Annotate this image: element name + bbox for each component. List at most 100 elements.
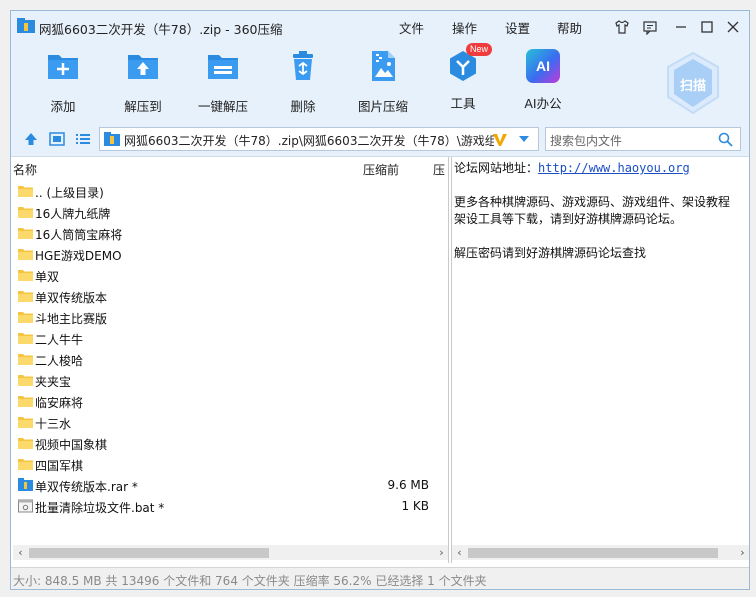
file-name: HGE游戏DEMO xyxy=(35,249,122,263)
add-button[interactable]: 添加 xyxy=(23,49,103,115)
feedback-icon[interactable] xyxy=(640,17,660,37)
app-logo-icon xyxy=(17,18,35,33)
menu-settings[interactable]: 设置 xyxy=(505,18,530,37)
file-row[interactable]: 16人牌九纸牌 xyxy=(13,202,448,223)
file-name: 单双传统版本 xyxy=(35,291,108,305)
delete-icon xyxy=(293,51,313,80)
path-field[interactable]: 网狐6603二次开发（牛78）.zip\网狐6603二次开发（牛78）\游戏组 xyxy=(99,127,539,151)
menu-file[interactable]: 文件 xyxy=(399,18,424,37)
image-compress-button[interactable]: 图片压缩 xyxy=(343,49,423,115)
file-row[interactable]: 批量清除垃圾文件.bat * 1 KB xyxy=(13,496,448,517)
column-extra[interactable]: 压 xyxy=(433,161,445,178)
tools-label: 工具 xyxy=(450,96,476,111)
extract-to-icon xyxy=(128,55,158,79)
new-badge: New xyxy=(466,43,493,56)
folder-icon xyxy=(18,459,33,470)
search-field[interactable]: 搜索包内文件 xyxy=(545,127,741,151)
file-name: 夹夹宝 xyxy=(35,375,72,389)
up-arrow-icon[interactable] xyxy=(23,132,39,146)
one-click-extract-button[interactable]: 一键解压 xyxy=(183,49,263,115)
delete-button[interactable]: 删除 xyxy=(263,49,343,115)
menu-operation[interactable]: 操作 xyxy=(452,18,477,37)
search-placeholder: 搜索包内文件 xyxy=(550,134,623,148)
file-name: 单双传统版本.rar * xyxy=(35,480,138,494)
scroll-right-icon[interactable]: › xyxy=(434,545,448,560)
column-compressed[interactable]: 压缩前 xyxy=(363,161,399,178)
preview-scroll-left-icon[interactable]: ‹ xyxy=(452,545,467,560)
file-name: 16人牌九纸牌 xyxy=(35,207,111,221)
column-name[interactable]: 名称 xyxy=(13,161,37,178)
folder-icon xyxy=(18,354,33,365)
file-name: 批量清除垃圾文件.bat * xyxy=(35,501,165,515)
file-name: 二人牛牛 xyxy=(35,333,84,347)
file-row[interactable]: HGE游戏DEMO xyxy=(13,244,448,265)
chevron-down-icon[interactable] xyxy=(518,135,530,143)
status-text: 大小: 848.5 MB 共 13496 个文件和 764 个文件夹 压缩率 5… xyxy=(13,574,487,588)
folder-icon xyxy=(18,312,33,323)
path-text: 网狐6603二次开发（牛78）.zip\网狐6603二次开发（牛78）\游戏组 xyxy=(124,134,494,148)
close-icon[interactable] xyxy=(723,17,743,37)
file-row[interactable]: 十三水 xyxy=(13,412,448,433)
scan-label: 扫描 xyxy=(679,79,706,94)
search-icon[interactable] xyxy=(718,132,733,147)
file-row[interactable]: 临安麻将 xyxy=(13,391,448,412)
horizontal-scrollbar[interactable]: ‹ › xyxy=(13,545,448,560)
image-compress-label: 图片压缩 xyxy=(357,99,408,114)
ai-office-button[interactable]: AI AI办公 xyxy=(503,49,583,112)
delete-label: 删除 xyxy=(290,99,316,114)
file-row[interactable]: 四国军棋 xyxy=(13,454,448,475)
file-row[interactable]: 夹夹宝 xyxy=(13,370,448,391)
file-row[interactable]: 二人牛牛 xyxy=(13,328,448,349)
thumbnail-view-icon[interactable] xyxy=(49,132,65,146)
ai-office-icon: AI xyxy=(526,49,560,83)
file-size: 1 KB xyxy=(401,499,429,513)
file-row[interactable]: 视频中国象棋 xyxy=(13,433,448,454)
minimize-icon[interactable] xyxy=(671,17,691,37)
preview-scroll-thumb[interactable] xyxy=(468,548,718,558)
folder-icon xyxy=(18,375,33,386)
folder-icon xyxy=(18,438,33,449)
file-row[interactable]: .. (上级目录) xyxy=(13,181,448,202)
tools-button[interactable]: New 工具 xyxy=(423,43,503,112)
window-title: 网狐6603二次开发（牛78）.zip - 360压缩 xyxy=(39,22,283,37)
scan-button[interactable]: 扫描 xyxy=(664,51,722,115)
folder-icon xyxy=(18,207,33,218)
list-view-icon[interactable] xyxy=(75,132,91,146)
file-row[interactable]: 单双传统版本.rar * 9.6 MB xyxy=(13,475,448,496)
preview-line-1-prefix: 论坛网站地址： xyxy=(454,161,539,175)
status-bar: 大小: 848.5 MB 共 13496 个文件和 764 个文件夹 压缩率 5… xyxy=(11,567,749,589)
preview-horizontal-scrollbar[interactable]: ‹ › xyxy=(452,545,749,560)
scroll-thumb[interactable] xyxy=(29,548,269,558)
maximize-icon[interactable] xyxy=(697,17,717,37)
skin-icon[interactable] xyxy=(612,17,632,37)
file-row[interactable]: 单双 xyxy=(13,265,448,286)
ai-icon-text: AI xyxy=(536,58,550,74)
file-name: 二人梭哈 xyxy=(35,354,84,368)
extract-to-button[interactable]: 解压到 xyxy=(103,49,183,115)
file-row[interactable]: 二人梭哈 xyxy=(13,349,448,370)
file-name: 单双 xyxy=(35,270,60,284)
add-icon xyxy=(48,55,78,79)
scroll-left-icon[interactable]: ‹ xyxy=(13,545,28,560)
one-click-extract-label: 一键解压 xyxy=(197,99,248,114)
app-window: 网狐6603二次开发（牛78）.zip - 360压缩 文件 操作 设置 帮助 xyxy=(10,10,750,590)
folder-icon xyxy=(18,396,33,407)
preview-line-1: 论坛网站地址：http://www.haoyou.org xyxy=(454,159,690,176)
file-name: 四国军棋 xyxy=(35,459,84,473)
preview-scroll-right-icon[interactable]: › xyxy=(735,545,749,560)
toolbar: 添加 解压到 一键解压 删除 图片压缩 New 工具 AI AI办公 扫描 xyxy=(11,43,749,121)
file-list: 名称 压缩前 压 .. (上级目录) 16人牌九纸牌 16人筒筒宝麻将 HGE游戏DE… xyxy=(13,157,449,563)
preview-pane: 论坛网站地址：http://www.haoyou.org 更多各种棋牌源码、游戏… xyxy=(451,157,749,563)
file-row[interactable]: 单双传统版本 xyxy=(13,286,448,307)
title-bar: 网狐6603二次开发（牛78）.zip - 360压缩 文件 操作 设置 帮助 xyxy=(11,11,749,43)
image-compress-icon xyxy=(372,51,395,81)
file-row[interactable]: 16人筒筒宝麻将 xyxy=(13,223,448,244)
vip-icon[interactable] xyxy=(492,132,508,147)
menu-help[interactable]: 帮助 xyxy=(557,18,582,37)
folder-icon xyxy=(18,333,33,344)
forum-link[interactable]: http://www.haoyou.org xyxy=(538,161,690,175)
file-row[interactable]: 斗地主比赛版 xyxy=(13,307,448,328)
folder-icon xyxy=(18,270,33,281)
folder-icon xyxy=(18,228,33,239)
file-name: 16人筒筒宝麻将 xyxy=(35,228,123,242)
